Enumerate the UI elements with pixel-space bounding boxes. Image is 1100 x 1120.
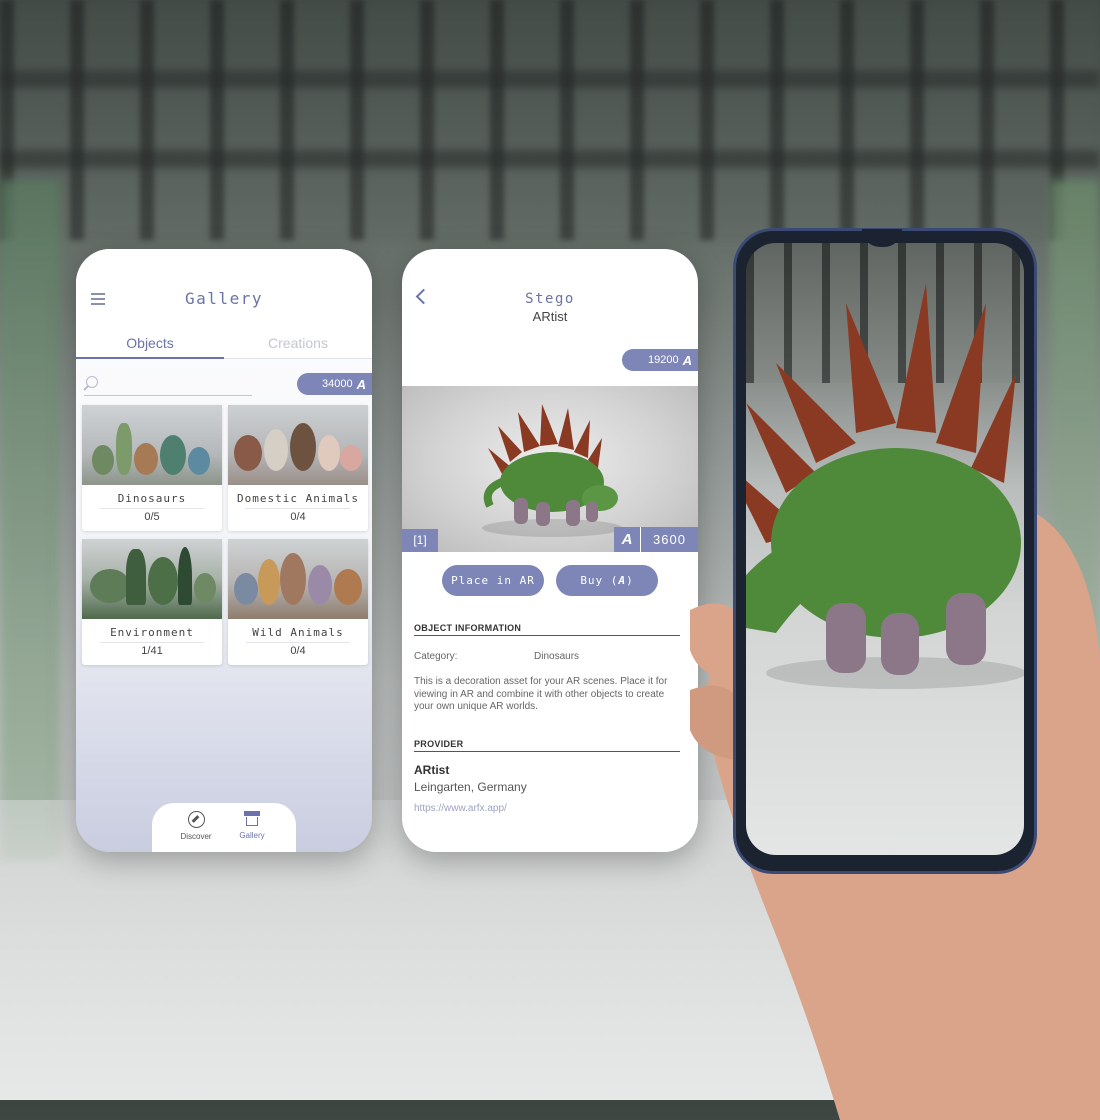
divider — [246, 642, 350, 643]
object-title: Stego — [525, 291, 575, 307]
item-count-badge: [1] — [402, 529, 438, 552]
category-count: 0/4 — [290, 645, 306, 657]
provider-name: ARtist — [414, 763, 450, 777]
category-name: Dinosaurs — [117, 492, 187, 505]
category-value: Dinosaurs — [534, 651, 580, 662]
wild-animals-thumbnail — [228, 539, 368, 619]
provider-link[interactable]: https://www.arfx.app/ — [414, 803, 507, 814]
provider-heading: PROVIDER — [414, 739, 680, 752]
category-count: 0/4 — [290, 511, 306, 523]
bottom-navigation: Discover Gallery — [152, 803, 296, 852]
a-coin-icon: A — [682, 352, 692, 368]
buy-label: Buy ( — [580, 574, 619, 587]
object-description: This is a decoration asset for your AR s… — [414, 676, 668, 712]
category-card-domestic-animals[interactable]: Domestic Animals 0/4 — [228, 405, 368, 531]
category-name: Wild Animals — [252, 626, 344, 639]
category-name: Environment — [110, 626, 194, 639]
left-window — [0, 180, 60, 860]
active-tab-indicator — [76, 357, 224, 359]
page-title: Gallery — [185, 289, 263, 308]
store-icon — [244, 811, 260, 827]
place-in-ar-button[interactable]: Place in AR — [442, 565, 544, 596]
object-subtitle: ARtist — [532, 309, 568, 324]
coin-balance-badge: 19200 A — [622, 349, 698, 371]
category-count: 1/41 — [141, 645, 163, 657]
search-icon — [86, 376, 98, 388]
tab-objects[interactable]: Objects — [76, 335, 224, 351]
category-count: 0/5 — [144, 511, 160, 523]
a-coin-icon: A — [356, 376, 366, 392]
category-label: Category: — [414, 651, 458, 662]
ar-camera-view — [746, 243, 1024, 855]
nav-gallery[interactable]: Gallery — [222, 811, 282, 840]
coin-balance-badge: 34000 A — [297, 373, 372, 395]
nav-label: Discover — [180, 832, 212, 841]
object-information-heading: OBJECT INFORMATION — [414, 623, 680, 636]
tab-divider — [224, 358, 372, 359]
stego-ar-model — [746, 283, 1024, 689]
detail-phone-screen: Stego ARtist 19200 A [1] A 3600 Place in… — [402, 249, 698, 852]
beam — [0, 70, 1100, 88]
ar-phone-device — [733, 228, 1037, 874]
category-card-environment[interactable]: Environment 1/41 — [82, 539, 222, 665]
tab-creations[interactable]: Creations — [224, 335, 372, 351]
divider — [100, 642, 204, 643]
provider-location: Leingarten, Germany — [414, 780, 527, 794]
ceiling-beams — [0, 0, 1100, 240]
a-coin-icon: A — [614, 527, 641, 552]
nav-discover[interactable]: Discover — [166, 811, 226, 841]
a-coin-icon: A — [618, 574, 627, 587]
environment-thumbnail — [82, 539, 222, 619]
gallery-phone-screen: Gallery Objects Creations 34000 A Dinosa… — [76, 249, 372, 852]
nav-label: Gallery — [239, 831, 265, 840]
category-card-wild-animals[interactable]: Wild Animals 0/4 — [228, 539, 368, 665]
beam — [0, 150, 1100, 168]
divider — [246, 508, 350, 509]
category-card-dinosaurs[interactable]: Dinosaurs 0/5 — [82, 405, 222, 531]
search-input[interactable] — [84, 373, 252, 396]
coin-balance: 34000 — [322, 378, 353, 390]
dinosaurs-thumbnail — [82, 405, 222, 485]
price-badge: A 3600 — [614, 527, 698, 552]
buy-button[interactable]: Buy (A) — [556, 565, 658, 596]
compass-icon — [187, 811, 205, 828]
category-name: Domestic Animals — [237, 492, 359, 505]
buy-suffix: ) — [626, 574, 634, 587]
coin-balance: 19200 — [648, 354, 679, 366]
divider — [100, 508, 204, 509]
domestic-animals-thumbnail — [228, 405, 368, 485]
